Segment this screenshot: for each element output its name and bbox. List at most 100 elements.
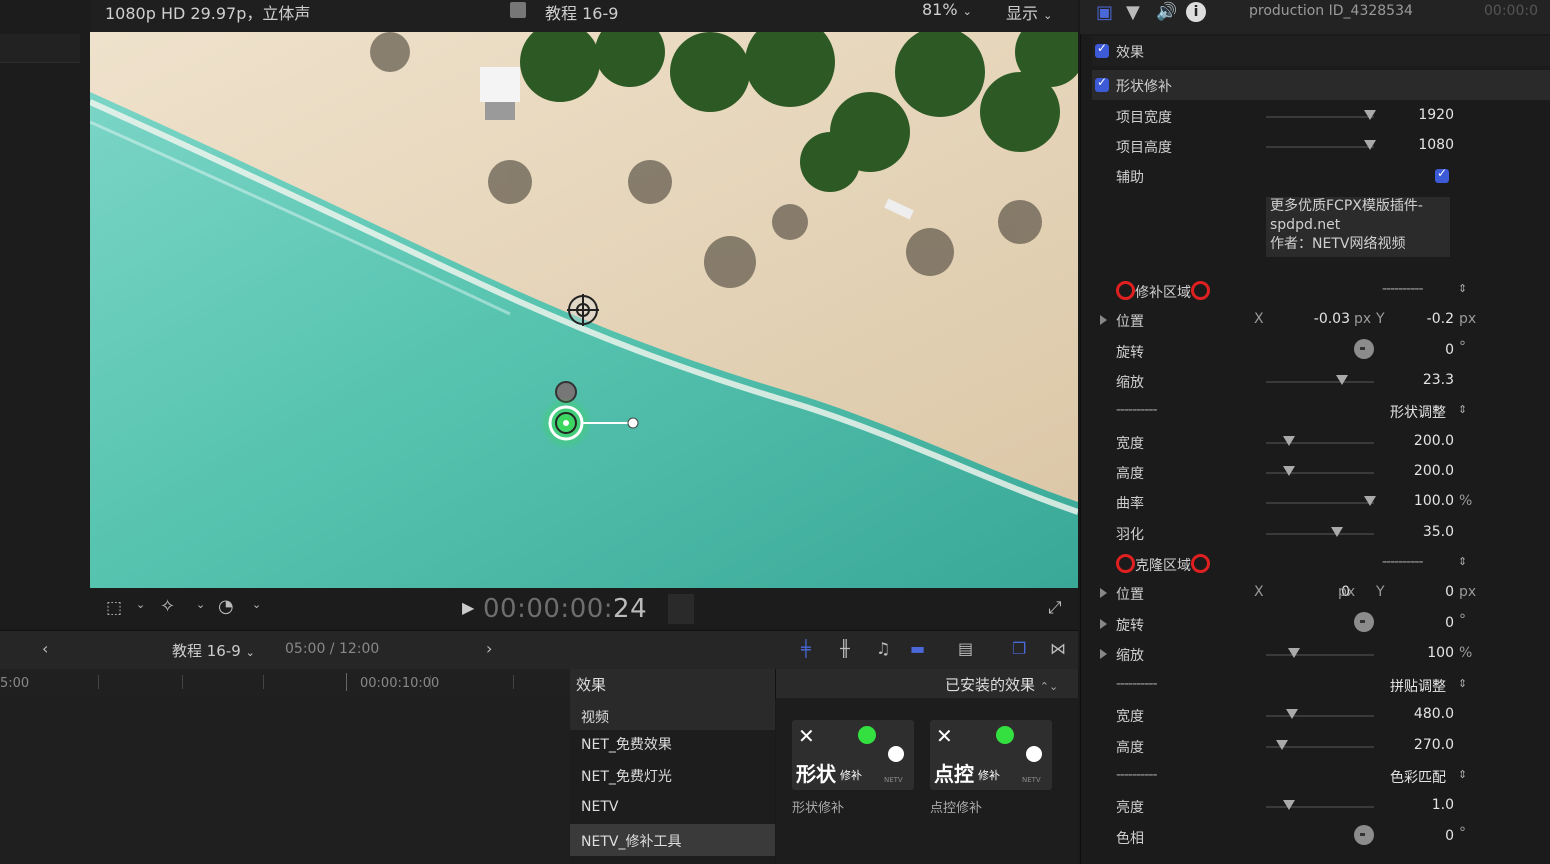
left-panel-row[interactable] <box>0 34 80 63</box>
param-rotation-2: 旋转 0 ° <box>1092 609 1550 639</box>
effects-section-header[interactable]: 效果 <box>1092 36 1550 66</box>
disclosure-triangle-icon[interactable] <box>1100 588 1107 598</box>
scale-knob[interactable] <box>1336 375 1348 385</box>
disclosure-triangle-icon[interactable] <box>1100 315 1107 325</box>
chevron-down-icon[interactable]: ⌄ <box>196 598 205 611</box>
shape-patch-enable-checkbox[interactable] <box>1095 75 1109 92</box>
width-knob[interactable] <box>1286 709 1298 719</box>
feather-knob[interactable] <box>1331 527 1343 537</box>
audio-waveform-icon[interactable]: ╫ <box>840 639 850 658</box>
scale-slider[interactable] <box>1266 381 1374 383</box>
timeline-toolbar: ‹ 教程 16-9 ⌄ 05:00 / 12:00 › ╪ ╫ ♫ ▬ ▤ ❐ … <box>0 630 1078 669</box>
width-knob[interactable] <box>1283 436 1295 446</box>
effects-enable-checkbox[interactable] <box>1095 41 1109 58</box>
feather-slider[interactable] <box>1266 533 1374 535</box>
param-height-1: 高度 200.0 <box>1116 463 1454 482</box>
forward-arrow-icon[interactable]: › <box>486 639 492 658</box>
viewer-title: 教程 16-9 <box>545 4 619 23</box>
curvature-slider[interactable] <box>1266 502 1374 504</box>
audio-inspector-icon[interactable]: 🔊 <box>1156 2 1177 22</box>
project-width-slider[interactable] <box>1266 116 1374 118</box>
info-icon[interactable]: i <box>1186 2 1206 22</box>
video-inspector-icon[interactable]: ▣ <box>1096 2 1113 23</box>
category-net-free-lights[interactable]: NET_免费灯光 <box>570 759 775 791</box>
chevron-down-icon[interactable]: ⌄ <box>252 598 261 611</box>
category-netv[interactable]: NETV <box>570 792 775 824</box>
category-netv-patch-tools[interactable]: NETV_修补工具 <box>570 824 775 856</box>
ruler-tick <box>346 673 347 691</box>
project-width-knob[interactable] <box>1364 110 1376 120</box>
filmstrip-icon[interactable]: ▤ <box>958 639 973 658</box>
speed-gauge-icon[interactable]: ◔ <box>218 596 234 617</box>
param-position-2: 位置 X 0 px Y 0 px <box>1092 578 1550 608</box>
back-arrow-icon[interactable]: ‹ <box>42 639 48 658</box>
scale-knob[interactable] <box>1288 648 1300 658</box>
param-feather: 羽化 35.0 <box>1116 524 1454 543</box>
tools-icon: ✕ <box>798 724 815 748</box>
clip-appearance-icon[interactable]: ╪ <box>801 639 811 658</box>
category-net-free-effects[interactable]: NET_免费效果 <box>570 726 775 758</box>
section-tile-adjust: ---------- 拼贴调整 ⇕ <box>1116 676 1468 696</box>
shape-adjust-dropdown[interactable]: 形状调整 <box>1390 402 1446 422</box>
green-dot <box>996 726 1014 744</box>
play-icon[interactable]: ▶ <box>462 598 474 617</box>
up-down-arrows-icon[interactable]: ⇕ <box>1458 677 1467 690</box>
timeline-tracks[interactable] <box>0 697 570 864</box>
scale-slider[interactable] <box>1266 654 1374 656</box>
assist-checkbox[interactable] <box>1435 166 1449 183</box>
up-down-arrows-icon[interactable]: ⇕ <box>1458 403 1467 416</box>
patch-area-dropdown[interactable]: ---------- <box>1382 281 1424 297</box>
brightness-knob[interactable] <box>1283 800 1295 810</box>
section-color-match: ---------- 色彩匹配 ⇕ <box>1116 767 1468 787</box>
patch-area-label: 修补区域 <box>1116 281 1210 302</box>
param-project-height: 项目高度 1080 <box>1116 137 1454 156</box>
curvature-knob[interactable] <box>1364 496 1376 506</box>
effects-browser-icon[interactable]: ❐ <box>1012 639 1026 658</box>
hue-dial[interactable] <box>1354 825 1374 845</box>
clip-name: production ID_4328534 <box>1249 3 1413 19</box>
ruler-tick <box>263 675 264 689</box>
timeline-ruler[interactable]: 5:00 00:00:10:00 <box>0 669 570 697</box>
tile-adjust-dropdown[interactable]: 拼贴调整 <box>1390 676 1446 696</box>
clone-area-dropdown[interactable]: ---------- <box>1382 554 1424 570</box>
headphones-icon[interactable]: ♫ <box>876 639 890 658</box>
effects-category-list: 视频 NET_免费效果 NET_免费灯光 NETV NETV_修补工具 <box>570 698 775 864</box>
disclosure-triangle-icon[interactable] <box>1100 649 1107 659</box>
inspector-header: ▣ ▼ 🔊 i production ID_4328534 00:00:0 <box>1080 0 1550 34</box>
display-menu[interactable]: 显示 ⌄ <box>1006 0 1052 24</box>
transform-icon[interactable]: ⬚ <box>106 598 122 618</box>
width-slider[interactable] <box>1266 715 1374 717</box>
ruler-mark-time: 00:00:10:00 <box>360 676 440 691</box>
height-knob[interactable] <box>1276 740 1288 750</box>
chevron-down-icon[interactable]: ⌄ <box>136 598 145 611</box>
disclosure-triangle-icon[interactable] <box>1100 619 1107 629</box>
timeline-project-menu[interactable]: 教程 16-9 ⌄ <box>172 640 255 661</box>
magic-wand-icon[interactable]: ✧ <box>160 596 175 617</box>
beach-aerial-image <box>90 32 1078 588</box>
project-height-slider[interactable] <box>1266 146 1374 148</box>
rotation-dial[interactable] <box>1354 612 1374 632</box>
snapping-icon[interactable]: ▬ <box>910 639 925 658</box>
fullscreen-icon[interactable]: ⤢ <box>1048 598 1062 618</box>
viewer-controls: ⬚ ⌄ ✧ ⌄ ◔ ⌄ ▶ 00:00:00:24 ⤢ <box>90 588 1078 628</box>
up-down-arrows-icon[interactable]: ⇕ <box>1458 282 1467 295</box>
zoom-menu[interactable]: 81% ⌄ <box>922 0 972 19</box>
up-down-arrows-icon[interactable]: ⇕ <box>1458 768 1467 781</box>
rotation-dial[interactable] <box>1354 339 1374 359</box>
color-inspector-icon[interactable]: ▼ <box>1126 2 1140 23</box>
viewer-canvas[interactable] <box>90 32 1078 588</box>
clip-time: 00:00:0 <box>1484 3 1538 19</box>
effect-header-shape-patch[interactable]: 形状修补 <box>1092 70 1550 100</box>
height-knob[interactable] <box>1283 466 1295 476</box>
clip-icon <box>510 2 526 18</box>
effect-label-shape-patch: 形状修补 <box>792 801 845 816</box>
effect-thumbnail-shape-patch[interactable]: ✕ 形状 修补 NETV <box>792 720 914 790</box>
red-circle-icon <box>1116 554 1135 573</box>
transitions-icon[interactable]: ⋈ <box>1050 639 1066 658</box>
project-height-knob[interactable] <box>1364 140 1376 150</box>
color-match-dropdown[interactable]: 色彩匹配 <box>1390 767 1446 787</box>
param-clone-area: 克隆区域 ---------- ⇕ <box>1092 548 1550 578</box>
up-down-arrows-icon[interactable]: ⇕ <box>1458 555 1467 568</box>
effect-thumbnail-point-patch[interactable]: ✕ 点控 修补 NETV <box>930 720 1052 790</box>
installed-effects-menu[interactable]: 已安装的效果 ⌃⌄ <box>945 674 1058 695</box>
